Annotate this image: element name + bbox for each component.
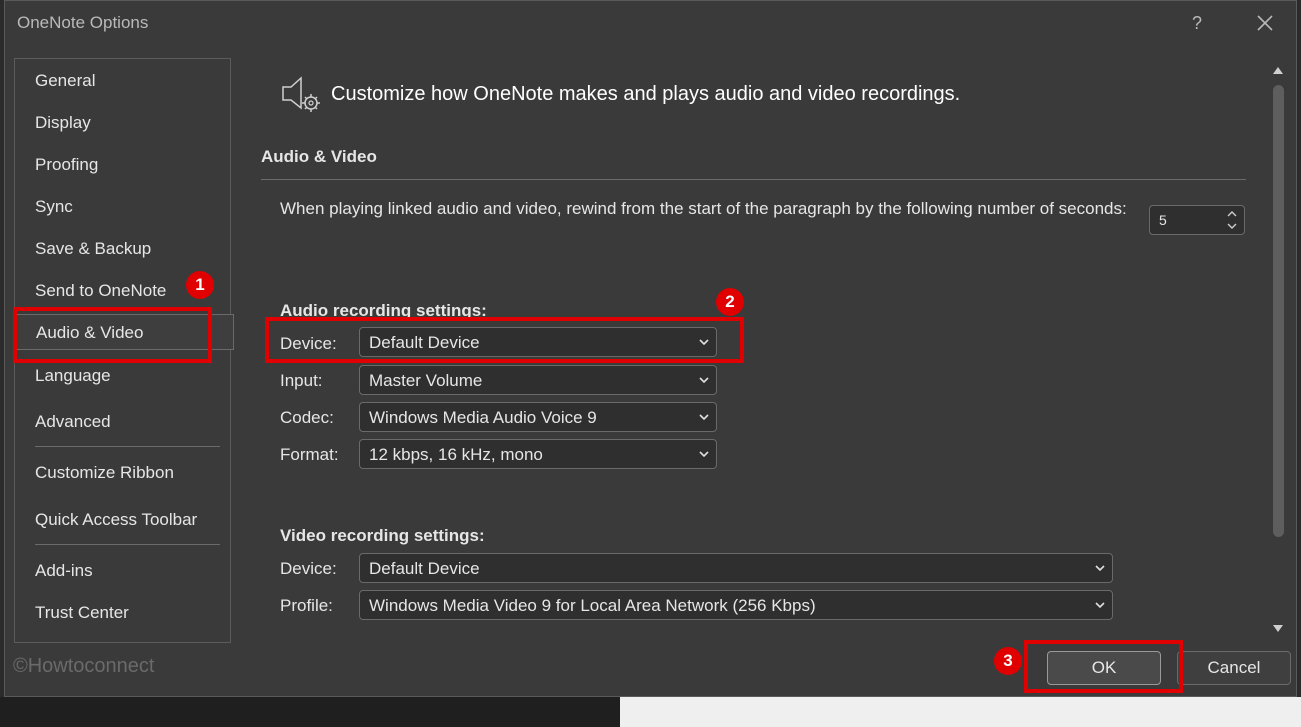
annotation-box-device — [265, 317, 744, 363]
page-header: Customize how OneNote makes and plays au… — [331, 83, 961, 105]
audio-input-select[interactable]: Master Volume — [359, 365, 717, 395]
video-profile-select[interactable]: Windows Media Video 9 for Local Area Net… — [359, 590, 1113, 620]
nav-item-proofing[interactable]: Proofing — [15, 147, 230, 183]
annotation-box-ok — [1024, 640, 1183, 693]
audio-input-value: Master Volume — [369, 371, 483, 390]
nav-divider — [35, 544, 220, 545]
nav-item-general[interactable]: General — [15, 63, 230, 99]
annotation-badge-1: 1 — [186, 271, 214, 299]
nav-item-language[interactable]: Language — [15, 358, 230, 394]
section-title-audio-video: Audio & Video — [261, 147, 377, 166]
scroll-down-icon[interactable] — [1270, 622, 1286, 636]
audio-format-label: Format: — [280, 445, 339, 464]
rewind-description: When playing linked audio and video, rew… — [280, 199, 1127, 218]
chevron-down-icon — [1095, 602, 1105, 609]
chevron-down-icon — [699, 377, 709, 384]
video-recording-title: Video recording settings: — [280, 526, 485, 545]
scrollbar-thumb[interactable] — [1273, 85, 1284, 537]
nav-divider — [35, 446, 220, 447]
watermark: ©Howtoconnect — [13, 655, 155, 677]
close-button[interactable] — [1251, 9, 1279, 37]
annotation-badge-2: 2 — [716, 288, 744, 316]
audio-codec-select[interactable]: Windows Media Audio Voice 9 — [359, 402, 717, 432]
scroll-up-icon[interactable] — [1270, 63, 1286, 77]
video-device-select[interactable]: Default Device — [359, 553, 1113, 583]
rewind-seconds-spinner[interactable]: 5 — [1149, 205, 1245, 235]
nav-item-customize-ribbon[interactable]: Customize Ribbon — [15, 455, 230, 491]
audio-input-label: Input: — [280, 371, 323, 390]
help-button[interactable]: ? — [1185, 9, 1209, 37]
nav-item-save-backup[interactable]: Save & Backup — [15, 231, 230, 267]
nav-item-trust-center[interactable]: Trust Center — [15, 595, 230, 631]
background-strip-light — [620, 697, 1301, 727]
close-icon — [1257, 15, 1273, 31]
video-device-value: Default Device — [369, 559, 480, 578]
audio-codec-label: Codec: — [280, 408, 334, 427]
video-profile-value: Windows Media Video 9 for Local Area Net… — [369, 596, 816, 615]
chevron-down-icon — [1095, 565, 1105, 572]
audio-codec-value: Windows Media Audio Voice 9 — [369, 408, 597, 427]
speaker-settings-icon — [279, 73, 327, 115]
annotation-badge-3: 3 — [994, 647, 1022, 675]
section-divider — [261, 179, 1246, 180]
chevron-down-icon — [699, 414, 709, 421]
nav-item-quick-access-toolbar[interactable]: Quick Access Toolbar — [15, 502, 230, 538]
spinner-arrows-icon[interactable] — [1224, 207, 1240, 233]
video-profile-label: Profile: — [280, 596, 333, 615]
background-strip-dark — [0, 697, 620, 727]
annotation-box-nav — [13, 307, 212, 363]
nav-item-advanced[interactable]: Advanced — [15, 404, 230, 440]
nav-item-sync[interactable]: Sync — [15, 189, 230, 225]
audio-format-value: 12 kbps, 16 kHz, mono — [369, 445, 543, 464]
chevron-down-icon — [699, 451, 709, 458]
cancel-button[interactable]: Cancel — [1177, 651, 1291, 685]
nav-item-display[interactable]: Display — [15, 105, 230, 141]
rewind-seconds-value: 5 — [1159, 212, 1167, 228]
nav-item-add-ins[interactable]: Add-ins — [15, 553, 230, 589]
video-device-label: Device: — [280, 559, 337, 578]
audio-format-select[interactable]: 12 kbps, 16 kHz, mono — [359, 439, 717, 469]
dialog-title: OneNote Options — [17, 13, 149, 32]
